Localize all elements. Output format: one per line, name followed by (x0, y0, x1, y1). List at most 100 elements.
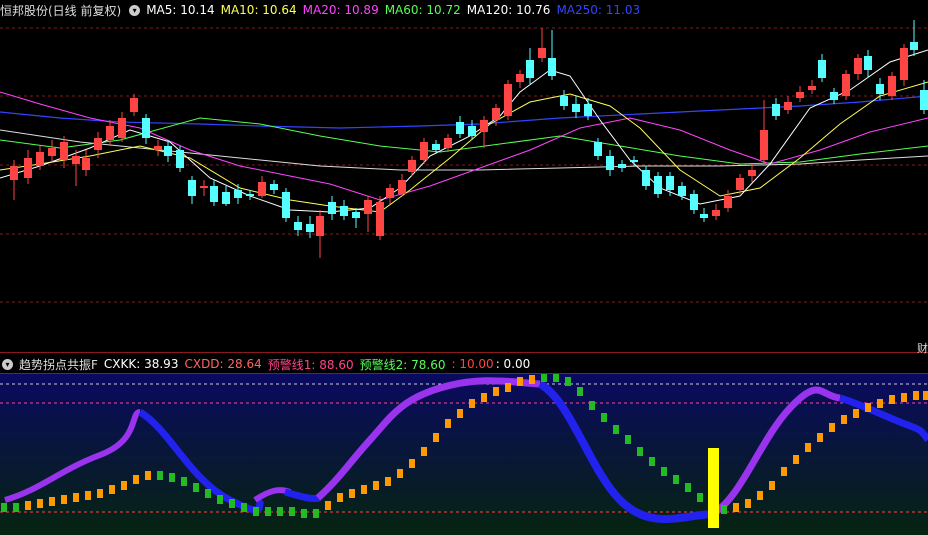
cxdd-mark (877, 399, 883, 408)
cxdd-mark (85, 491, 91, 500)
candle-body (246, 194, 254, 196)
candlestick-series (10, 20, 928, 258)
cxdd-mark (757, 491, 763, 500)
candle-body (72, 156, 80, 164)
ma20-label: MA20: 10.89 (302, 3, 379, 17)
candle-body (282, 192, 290, 218)
candle-body (808, 86, 816, 90)
cxdd-mark (901, 393, 907, 402)
candle-body (560, 96, 568, 106)
candle-body (920, 90, 928, 110)
candle-body (24, 158, 32, 178)
cxdd-mark (1, 503, 7, 512)
cxdd-mark (923, 391, 928, 400)
chevron-down-icon[interactable]: ▾ (2, 358, 13, 370)
candle-body (10, 166, 18, 180)
cxdd-mark (685, 483, 691, 492)
cxdd-mark (625, 435, 631, 444)
candle-body (572, 104, 580, 112)
cxdd-mark (229, 499, 235, 508)
candle-body (618, 164, 626, 168)
cxdd-mark (913, 391, 919, 400)
cxdd-mark (805, 443, 811, 452)
candle-body (606, 156, 614, 170)
candle-body (492, 108, 500, 120)
cxdd-mark (517, 377, 523, 386)
candle-body (106, 126, 114, 140)
stock-title[interactable]: 恒邦股份(日线 前复权) (0, 2, 121, 19)
candle-body (830, 92, 838, 100)
cxdd-mark (649, 457, 655, 466)
cxdd-mark (313, 509, 319, 518)
candle-body (876, 84, 884, 94)
ma10-label: MA10: 10.64 (220, 3, 297, 17)
candle-body (642, 170, 650, 186)
candle-body (118, 118, 126, 138)
cxdd-mark (121, 481, 127, 490)
candle-body (854, 58, 862, 74)
cxdd-mark (385, 477, 391, 486)
candle-body (690, 194, 698, 210)
cxdd-mark (445, 419, 451, 428)
ma5-label: MA5: 10.14 (146, 3, 215, 17)
candle-body (258, 182, 266, 196)
cxdd-mark (529, 375, 535, 384)
cxdd-mark (469, 399, 475, 408)
candle-body (468, 126, 476, 136)
candle-body (210, 186, 218, 202)
candle-body (456, 122, 464, 134)
cxdd-mark (817, 433, 823, 442)
main-grid (0, 27, 928, 303)
candle-body (130, 98, 138, 112)
cxdd-mark (769, 481, 775, 490)
candle-body (142, 118, 150, 138)
cxdd-mark (169, 473, 175, 482)
cxdd-mark (697, 493, 703, 502)
candle-body (666, 176, 674, 190)
candle-body (306, 224, 314, 232)
cxdd-mark (13, 503, 19, 512)
candle-body (736, 178, 744, 190)
candle-body (842, 74, 850, 96)
candle-body (584, 104, 592, 116)
candle-body (270, 184, 278, 190)
chart-canvas (0, 20, 928, 535)
candle-body (340, 206, 348, 216)
candle-body (480, 120, 488, 132)
cxdd-mark (481, 393, 487, 402)
panel-separator (0, 352, 928, 353)
candle-body (222, 192, 230, 204)
candle-body (888, 76, 896, 96)
level-0-label: : 0.00 (495, 357, 531, 371)
candle-body (538, 48, 546, 58)
cxdd-mark (373, 481, 379, 490)
warning-line-1-label: 预警线1: 88.60 (267, 357, 354, 372)
candle-body (234, 190, 242, 198)
side-tab-label[interactable]: 财 (917, 340, 928, 356)
candle-body (154, 146, 162, 150)
cxdd-mark (661, 467, 667, 476)
candle-body (516, 74, 524, 82)
cxdd-mark (793, 455, 799, 464)
chevron-down-icon[interactable]: ▾ (129, 4, 141, 16)
candle-body (386, 188, 394, 198)
cxdd-mark (505, 383, 511, 392)
candle-body (94, 138, 102, 150)
cxdd-mark (181, 477, 187, 486)
candle-body (352, 212, 360, 218)
cxdd-mark (733, 503, 739, 512)
cxdd-mark (673, 475, 679, 484)
indicator-title[interactable]: 趋势拐点共振F (19, 356, 98, 373)
candle-body (408, 160, 416, 172)
cxdd-mark (25, 501, 31, 510)
cxdd-mark (853, 409, 859, 418)
cxdd-mark (349, 489, 355, 498)
candle-body (60, 142, 68, 160)
cxdd-mark (745, 499, 751, 508)
cxdd-mark (145, 471, 151, 480)
candle-body (796, 92, 804, 98)
candle-body (376, 202, 384, 236)
ma60-label: MA60: 10.72 (384, 3, 461, 17)
candle-body (712, 210, 720, 216)
cxdd-mark (253, 507, 259, 516)
